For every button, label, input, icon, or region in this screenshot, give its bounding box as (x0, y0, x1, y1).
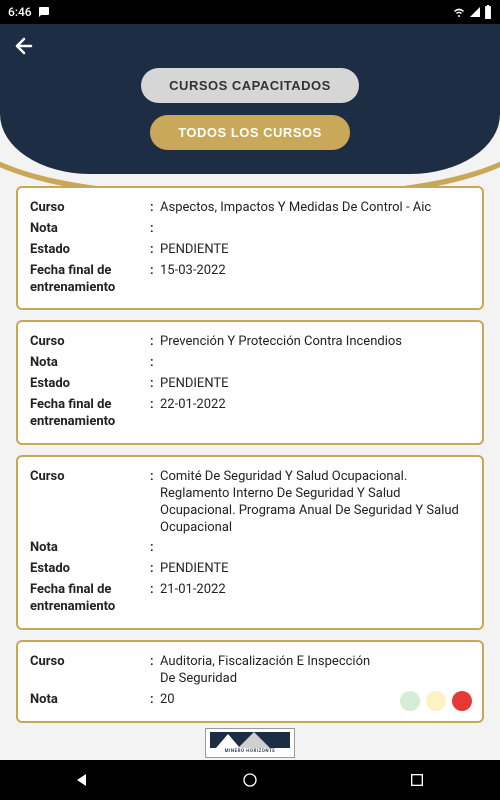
back-arrow-icon[interactable] (12, 34, 36, 58)
status-dot-green (400, 691, 420, 711)
wifi-icon (452, 6, 466, 18)
label-curso: Curso (30, 654, 150, 671)
value-fecha: 15-03-2022 (160, 263, 470, 280)
mountain-icon (210, 732, 290, 748)
battery-icon (484, 5, 492, 19)
value-curso: Aspectos, Impactos Y Medidas De Control … (160, 200, 470, 217)
signal-icon (469, 6, 481, 18)
nav-recent-button[interactable] (397, 760, 437, 800)
value-fecha: 21-01-2022 (160, 582, 470, 599)
value-estado: PENDIENTE (160, 376, 470, 393)
value-fecha: 22-01-2022 (160, 397, 470, 414)
course-card: Curso : Aspectos, Impactos Y Medidas De … (16, 186, 484, 310)
value-curso: Prevención Y Protección Contra Incendios (160, 334, 470, 351)
android-nav-bar (0, 760, 500, 800)
status-time: 6:46 (8, 5, 32, 19)
course-card: Curso : Prevención Y Protección Contra I… (16, 320, 484, 444)
status-dot-yellow (426, 691, 446, 711)
chat-bubble-icon (38, 6, 50, 18)
value-curso: Auditoria, Fiscalización E Inspección De… (160, 654, 382, 688)
label-fecha: Fecha final de entrenamiento (30, 397, 150, 431)
course-card: Curso : Auditoria, Fiscalización E Inspe… (16, 640, 484, 723)
label-fecha: Fecha final de entrenamiento (30, 263, 150, 297)
status-dot-red (452, 691, 472, 711)
label-nota: Nota (30, 692, 150, 709)
label-curso: Curso (30, 200, 150, 217)
nav-back-button[interactable] (63, 760, 103, 800)
label-curso: Curso (30, 469, 150, 486)
status-indicator-dots (400, 691, 472, 711)
label-estado: Estado (30, 376, 150, 393)
brand-name: MINERO HORIZONTE (225, 749, 276, 754)
label-nota: Nota (30, 355, 150, 372)
brand-logo: MINERO HORIZONTE (205, 728, 295, 758)
label-fecha: Fecha final de entrenamiento (30, 582, 150, 616)
value-curso: Comité De Seguridad Y Salud Ocupacional.… (160, 469, 470, 537)
label-curso: Curso (30, 334, 150, 351)
value-estado: PENDIENTE (160, 242, 470, 259)
label-nota: Nota (30, 540, 150, 557)
tab-cursos-capacitados[interactable]: CURSOS CAPACITADOS (141, 68, 359, 103)
value-estado: PENDIENTE (160, 561, 470, 578)
label-estado: Estado (30, 561, 150, 578)
nav-home-button[interactable] (230, 760, 270, 800)
label-estado: Estado (30, 242, 150, 259)
value-nota: 20 (160, 692, 382, 709)
footer: MINERO HORIZONTE (0, 725, 500, 760)
course-card: Curso : Comité De Seguridad Y Salud Ocup… (16, 455, 484, 630)
label-nota: Nota (30, 221, 150, 238)
course-list[interactable]: Curso : Aspectos, Impactos Y Medidas De … (0, 180, 500, 725)
status-bar: 6:46 (0, 0, 500, 24)
